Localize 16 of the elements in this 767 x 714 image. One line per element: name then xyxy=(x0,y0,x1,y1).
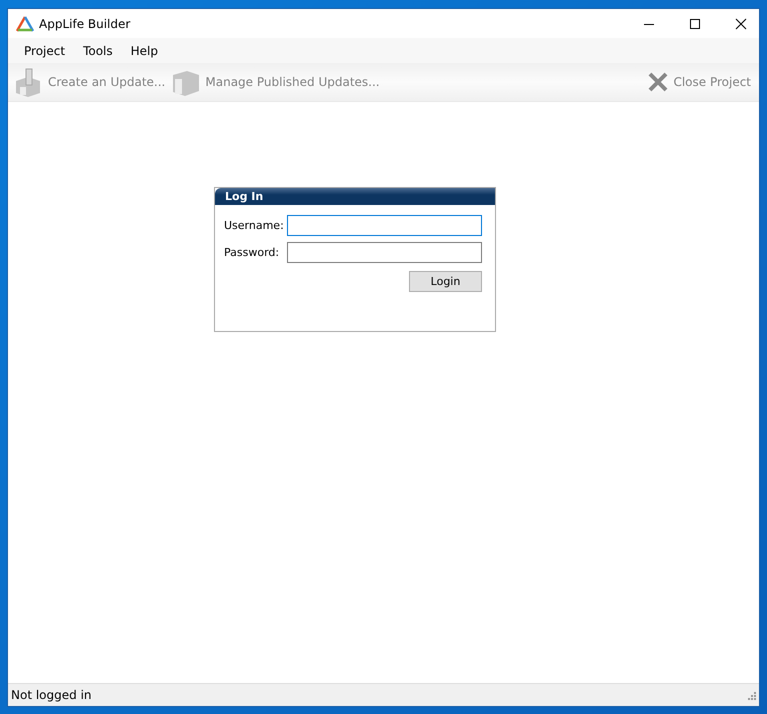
password-field[interactable] xyxy=(287,242,482,263)
triangle-logo-icon xyxy=(16,16,34,32)
menu-item[interactable]: Project xyxy=(15,44,74,58)
status-text: Not logged in xyxy=(11,688,92,702)
maximize-icon[interactable] xyxy=(689,18,701,30)
close-icon[interactable] xyxy=(735,18,747,30)
menu-item[interactable]: Help xyxy=(122,44,167,58)
panel-title: Log In xyxy=(225,190,264,203)
resize-grip-icon[interactable] xyxy=(746,690,756,700)
login-button[interactable]: Login xyxy=(409,271,482,292)
field-label: Password: xyxy=(224,246,280,259)
close-icon xyxy=(647,71,670,93)
menu-item[interactable]: Tools xyxy=(74,44,122,58)
field-label: Username: xyxy=(224,219,284,232)
username-field[interactable] xyxy=(287,215,482,236)
window-title: AppLife Builder xyxy=(39,16,130,30)
